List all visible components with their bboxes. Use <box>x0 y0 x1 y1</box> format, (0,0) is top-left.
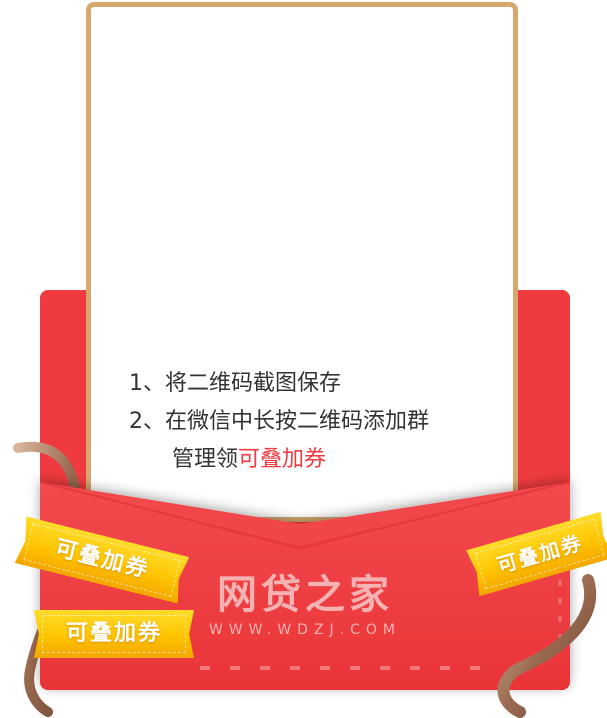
watermark: 网贷之家 WWW.WDZJ.COM <box>205 572 405 638</box>
qr-card: 1、将二维码截图保存 2、在微信中长按二维码添加群 管理领可叠加券 <box>86 2 518 522</box>
instruction-step-2-continued: 管理领可叠加券 <box>129 443 429 477</box>
stackable-coupon-highlight: 可叠加券 <box>238 447 327 472</box>
red-envelope-poster: 1、将二维码截图保存 2、在微信中长按二维码添加群 管理领可叠加券 网贷之家 W… <box>0 0 607 718</box>
instruction-step-1: 1、将二维码截图保存 <box>129 371 341 396</box>
instruction-step-2-prefix: 管理领 <box>172 447 239 472</box>
watermark-url: WWW.WDZJ.COM <box>208 622 402 638</box>
instructions: 1、将二维码截图保存 2、在微信中长按二维码添加群 管理领可叠加券 <box>129 367 429 477</box>
instruction-step-2: 2、在微信中长按二维码添加群 <box>129 409 429 434</box>
coupon-tag-2: 可叠加券 <box>34 610 194 658</box>
watermark-logo: 网贷之家 <box>217 572 393 618</box>
